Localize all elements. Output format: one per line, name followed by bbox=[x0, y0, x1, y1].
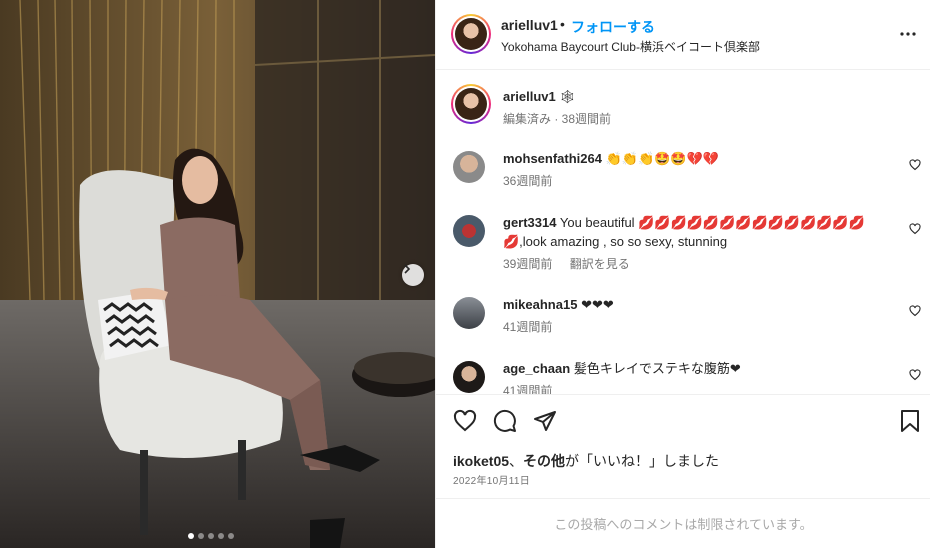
comment-row: age_chaan 髪色キレイでステキな腹筋❤ 41週間前 bbox=[436, 359, 930, 394]
comment-body: gert3314 You beautiful 💋💋💋💋💋💋💋💋💋💋💋💋💋💋💋,l… bbox=[503, 213, 893, 274]
likes-suffix: が「いいね！」しました bbox=[565, 453, 720, 469]
comment-username[interactable]: age_chaan bbox=[503, 361, 570, 376]
like-comment-heart-icon[interactable] bbox=[909, 159, 921, 171]
likes-others-link[interactable]: その他 bbox=[523, 453, 565, 469]
likes-summary: ikoket05、その他が「いいね！」しました bbox=[453, 451, 719, 471]
comment-row: mikeahna15 ❤❤❤ 41週間前 bbox=[436, 295, 930, 355]
comment-meta: 41週間前 bbox=[503, 382, 893, 394]
post-header: arielluv1 • フォローする Yokohama Baycourt Clu… bbox=[436, 0, 930, 70]
carousel-dot bbox=[228, 533, 234, 539]
more-options-icon[interactable] bbox=[899, 25, 917, 43]
comment-username[interactable]: mikeahna15 bbox=[503, 297, 577, 312]
comment-text: 👏👏👏🤩🤩💔💔 bbox=[605, 151, 719, 166]
comment-username[interactable]: mohsenfathi264 bbox=[503, 151, 602, 166]
comment-time[interactable]: 36週間前 bbox=[503, 174, 552, 188]
comment-row: mohsenfathi264 👏👏👏🤩🤩💔💔 36週間前 bbox=[436, 149, 930, 209]
comment-meta: 39週間前 翻訳を見る bbox=[503, 255, 893, 274]
post-date[interactable]: 2022年10月11日 bbox=[453, 472, 530, 487]
comment-text: 髪色キレイでステキな腹筋❤ bbox=[573, 361, 741, 376]
comments-restricted-notice: この投稿へのコメントは制限されています。 bbox=[436, 498, 930, 548]
post-side-panel: arielluv1 • フォローする Yokohama Baycourt Clu… bbox=[435, 0, 930, 548]
comment-body: mikeahna15 ❤❤❤ 41週間前 bbox=[503, 295, 893, 337]
caption-username[interactable]: arielluv1 bbox=[503, 89, 556, 104]
carousel-dot bbox=[198, 533, 204, 539]
carousel-dot bbox=[208, 533, 214, 539]
share-paper-plane-icon[interactable] bbox=[533, 409, 557, 433]
commenter-avatar[interactable] bbox=[453, 151, 485, 183]
comment-row: gert3314 You beautiful 💋💋💋💋💋💋💋💋💋💋💋💋💋💋💋,l… bbox=[436, 213, 930, 283]
comment-text: ❤❤❤ bbox=[581, 297, 614, 312]
like-comment-heart-icon[interactable] bbox=[909, 369, 921, 381]
comment-time[interactable]: 41週間前 bbox=[503, 384, 552, 394]
translate-link[interactable]: 翻訳を見る bbox=[570, 257, 630, 271]
photo-illustration bbox=[0, 0, 435, 548]
separator-dot: • bbox=[560, 16, 565, 32]
like-comment-heart-icon[interactable] bbox=[909, 223, 921, 235]
author-avatar[interactable] bbox=[451, 84, 491, 124]
caption-row: arielluv1 🕸 編集済み · 38週間前 bbox=[436, 84, 930, 144]
carousel-dot bbox=[188, 533, 194, 539]
comment-meta: 36週間前 bbox=[503, 172, 893, 191]
commenter-avatar[interactable] bbox=[453, 361, 485, 393]
location-link[interactable]: Yokohama Baycourt Club-横浜ベイコート倶楽部 bbox=[501, 38, 760, 55]
follow-button[interactable]: フォローする bbox=[571, 17, 655, 37]
comments-list[interactable]: arielluv1 🕸 編集済み · 38週間前 mohsenfathi264 … bbox=[436, 71, 930, 394]
commenter-avatar[interactable] bbox=[453, 215, 485, 247]
author-username[interactable]: arielluv1 bbox=[501, 17, 558, 33]
chevron-right-icon bbox=[404, 264, 411, 274]
comment-time[interactable]: 39週間前 bbox=[503, 257, 552, 271]
like-comment-heart-icon[interactable] bbox=[909, 305, 921, 317]
carousel-indicator bbox=[188, 533, 234, 539]
liker-username[interactable]: ikoket05 bbox=[453, 453, 509, 469]
comment-meta: 41週間前 bbox=[503, 318, 893, 337]
author-avatar[interactable] bbox=[451, 14, 491, 54]
comment-time[interactable]: 41週間前 bbox=[503, 320, 552, 334]
like-heart-icon[interactable] bbox=[453, 409, 477, 433]
caption-text: 🕸 bbox=[559, 89, 576, 104]
carousel-dot bbox=[218, 533, 224, 539]
comment-body: mohsenfathi264 👏👏👏🤩🤩💔💔 36週間前 bbox=[503, 149, 893, 191]
comment-body: age_chaan 髪色キレイでステキな腹筋❤ 41週間前 bbox=[503, 359, 893, 394]
comment-text: You beautiful 💋💋💋💋💋💋💋💋💋💋💋💋💋💋💋,look amazi… bbox=[503, 215, 865, 249]
caption-meta: 編集済み · 38週間前 bbox=[503, 112, 612, 126]
save-bookmark-icon[interactable] bbox=[899, 409, 921, 433]
post-actions: ikoket05、その他が「いいね！」しました 2022年10月11日 bbox=[436, 394, 930, 502]
carousel-next-button[interactable] bbox=[402, 264, 424, 286]
commenter-avatar[interactable] bbox=[453, 297, 485, 329]
likes-separator: 、 bbox=[509, 453, 524, 469]
caption-body: arielluv1 🕸 編集済み · 38週間前 bbox=[503, 87, 893, 129]
post-photo bbox=[0, 0, 435, 548]
comment-bubble-icon[interactable] bbox=[493, 409, 517, 433]
comment-username[interactable]: gert3314 bbox=[503, 215, 556, 230]
